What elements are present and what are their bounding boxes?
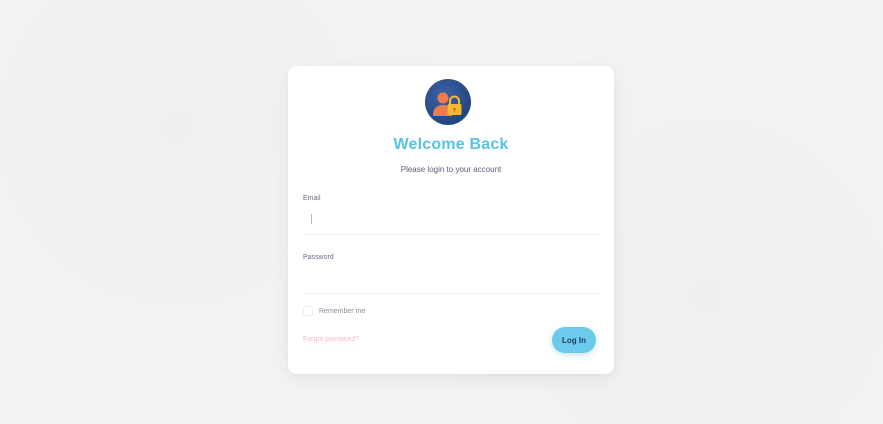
login-card: Welcome Back Please login to your accoun… bbox=[288, 66, 614, 374]
text-cursor bbox=[311, 214, 312, 224]
page-title: Welcome Back bbox=[393, 136, 509, 153]
remember-me-row[interactable]: Remember me bbox=[303, 305, 365, 317]
page-subtitle: Please login to your account bbox=[400, 165, 502, 174]
remember-me-label[interactable]: Remember me bbox=[319, 308, 365, 315]
email-label: Email bbox=[303, 195, 321, 202]
password-label: Password bbox=[303, 254, 334, 261]
page: Welcome Back Please login to your accoun… bbox=[0, 0, 883, 424]
email-field[interactable] bbox=[303, 206, 601, 235]
remember-me-checkbox[interactable] bbox=[303, 306, 313, 316]
login-button[interactable]: Log In bbox=[552, 327, 596, 353]
forgot-password-link[interactable]: Forgot password? bbox=[303, 336, 359, 343]
user-lock-icon bbox=[425, 79, 471, 125]
password-field[interactable] bbox=[303, 265, 601, 294]
